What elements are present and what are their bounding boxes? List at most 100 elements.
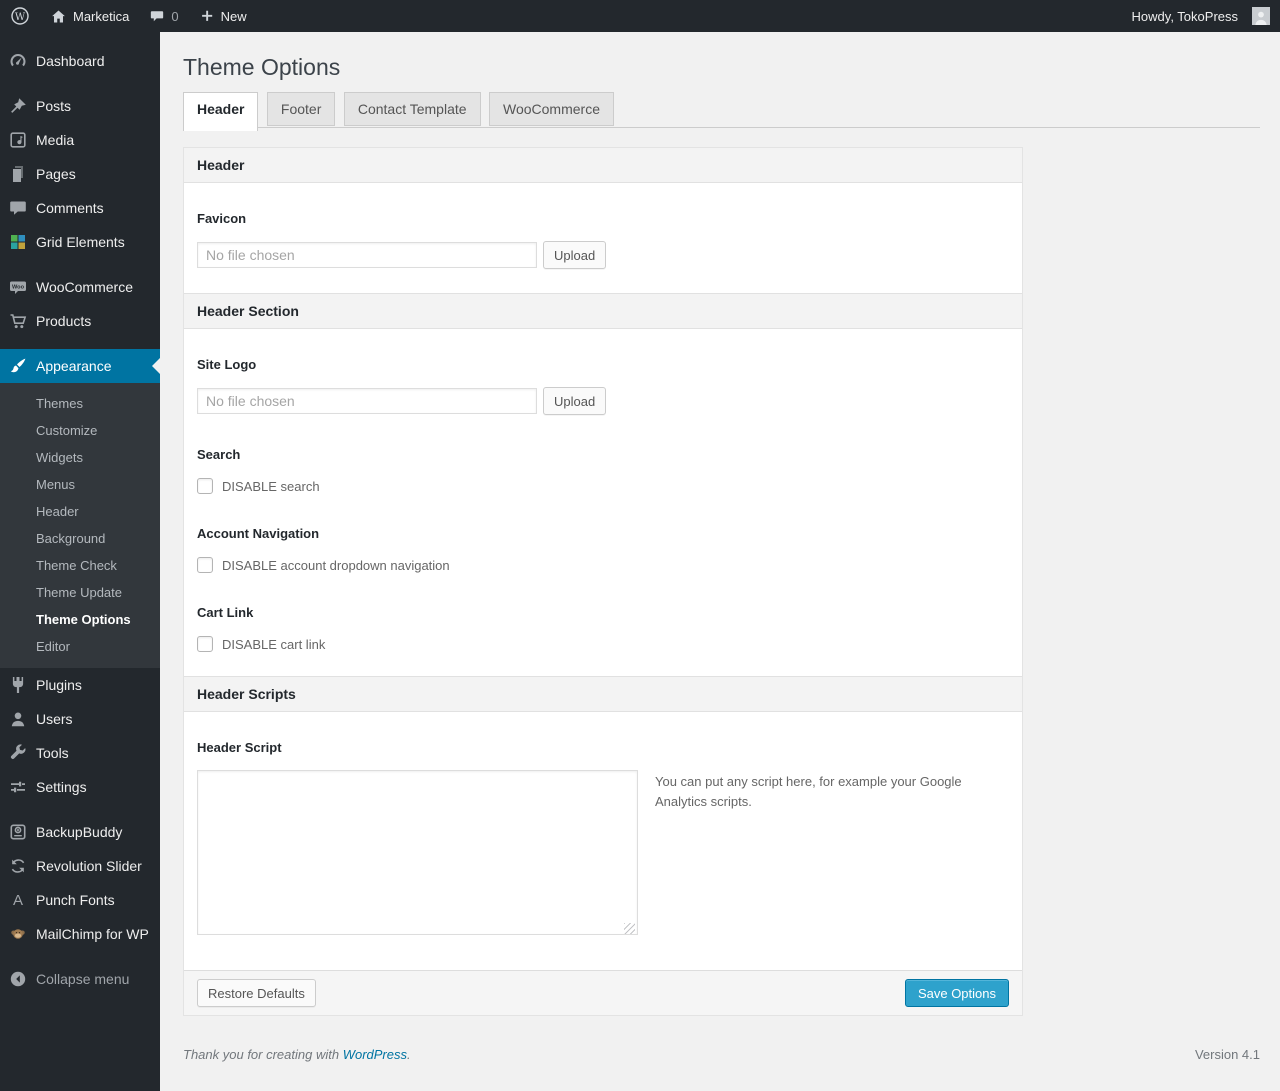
account-navigation-label: Account Navigation xyxy=(197,526,320,541)
sidebar-item-users[interactable]: Users xyxy=(0,702,160,736)
resize-grip-icon[interactable] xyxy=(624,923,635,934)
wordpress-logo-menu[interactable]: W xyxy=(0,0,40,32)
menu-separator xyxy=(0,951,160,962)
paintbrush-icon xyxy=(8,356,28,376)
dashboard-gauge-icon xyxy=(8,51,28,71)
sidebar-item-tools[interactable]: Tools xyxy=(0,736,160,770)
wrench-icon xyxy=(8,743,28,763)
sidebar-item-label: Pages xyxy=(36,166,76,182)
new-content-menu[interactable]: New xyxy=(189,0,257,32)
site-name-menu[interactable]: Marketica xyxy=(40,0,139,32)
avatar xyxy=(1252,7,1270,25)
menu-separator xyxy=(0,338,160,349)
sidebar-item-label: MailChimp for WP xyxy=(36,926,149,942)
page-footer: Thank you for creating with WordPress. V… xyxy=(183,1047,1260,1062)
menu-separator xyxy=(0,78,160,89)
site-logo-file-input[interactable] xyxy=(197,388,537,414)
submenu-item-themes[interactable]: Themes xyxy=(0,390,160,417)
submenu-item-background[interactable]: Background xyxy=(0,525,160,552)
sidebar-item-mailchimp[interactable]: MailChimp for WP xyxy=(0,917,160,951)
sidebar-item-revolution-slider[interactable]: Revolution Slider xyxy=(0,849,160,883)
section-header-scripts: Header Scripts xyxy=(184,676,1022,712)
favicon-upload-button[interactable]: Upload xyxy=(543,241,607,269)
cart-icon xyxy=(8,311,28,331)
submenu-item-theme-check[interactable]: Theme Check xyxy=(0,552,160,579)
sidebar-item-plugins[interactable]: Plugins xyxy=(0,668,160,702)
main-content: Theme Options Header Footer Contact Temp… xyxy=(160,32,1280,1091)
media-icon xyxy=(8,130,28,150)
sidebar-item-label: Plugins xyxy=(36,677,82,693)
favicon-file-input[interactable] xyxy=(197,242,537,268)
submenu-item-widgets[interactable]: Widgets xyxy=(0,444,160,471)
tab-header[interactable]: Header xyxy=(183,92,259,131)
wordpress-link[interactable]: WordPress xyxy=(343,1047,407,1062)
disable-search-checkbox[interactable] xyxy=(197,478,213,494)
header-script-textarea[interactable] xyxy=(197,770,638,935)
disable-account-navigation-checkbox-label[interactable]: DISABLE account dropdown navigation xyxy=(222,558,450,573)
pushpin-icon xyxy=(8,96,28,116)
sidebar-item-label: Tools xyxy=(36,745,69,761)
sidebar-item-label: Appearance xyxy=(36,358,112,374)
admin-sidebar: Dashboard Posts Media Pages Comments Gri… xyxy=(0,32,160,1091)
comments-icon xyxy=(8,198,28,218)
sidebar-item-pages[interactable]: Pages xyxy=(0,157,160,191)
sidebar-item-label: Posts xyxy=(36,98,72,114)
sidebar-item-appearance[interactable]: Appearance xyxy=(0,349,160,383)
footer-thanks-prefix: Thank you for creating with xyxy=(183,1047,343,1062)
sidebar-item-settings[interactable]: Settings xyxy=(0,770,160,804)
sidebar-item-label: WooCommerce xyxy=(36,279,133,295)
sidebar-item-woocommerce[interactable]: Woo WooCommerce xyxy=(0,270,160,304)
version-label: Version 4.1 xyxy=(1194,1047,1260,1062)
sidebar-item-comments[interactable]: Comments xyxy=(0,191,160,225)
sidebar-item-backupbuddy[interactable]: BackupBuddy xyxy=(0,815,160,849)
svg-text:W: W xyxy=(15,12,26,23)
cart-link-label: Cart Link xyxy=(197,605,254,620)
submenu-item-header[interactable]: Header xyxy=(0,498,160,525)
sidebar-item-products[interactable]: Products xyxy=(0,304,160,338)
sidebar-item-dashboard[interactable]: Dashboard xyxy=(0,44,160,78)
tab-footer[interactable]: Footer xyxy=(266,92,336,126)
sidebar-item-label: Products xyxy=(36,313,92,329)
theme-options-panel: Header Favicon Upload Header Section Sit… xyxy=(183,147,1023,1016)
svg-text:Woo: Woo xyxy=(12,284,25,290)
menu-separator xyxy=(0,259,160,270)
disable-cart-link-checkbox[interactable] xyxy=(197,636,213,652)
submenu-item-menus[interactable]: Menus xyxy=(0,471,160,498)
tab-contact-template[interactable]: Contact Template xyxy=(343,92,481,126)
sidebar-item-posts[interactable]: Posts xyxy=(0,89,160,123)
user-account-menu[interactable]: Howdy, TokoPress xyxy=(1122,7,1280,25)
person-icon xyxy=(1255,11,1267,25)
site-logo-upload-button[interactable]: Upload xyxy=(543,387,607,415)
disable-account-navigation-checkbox[interactable] xyxy=(197,557,213,573)
save-options-button[interactable]: Save Options xyxy=(904,979,1009,1007)
plugin-icon xyxy=(8,675,28,695)
sidebar-item-label: Grid Elements xyxy=(36,234,125,250)
disable-cart-link-checkbox-label[interactable]: DISABLE cart link xyxy=(222,637,325,652)
sidebar-item-collapse-menu[interactable]: Collapse menu xyxy=(0,962,160,996)
comments-menu[interactable]: 0 xyxy=(139,0,188,32)
rotate-arrows-icon xyxy=(8,856,28,876)
admin-bar: W Marketica 0 New Howdy, TokoPress xyxy=(0,0,1280,32)
sidebar-item-label: Settings xyxy=(36,779,87,795)
comment-count: 0 xyxy=(171,8,179,24)
submenu-item-customize[interactable]: Customize xyxy=(0,417,160,444)
backup-drive-icon xyxy=(8,822,28,842)
tab-woocommerce[interactable]: WooCommerce xyxy=(489,92,614,126)
sidebar-item-punch-fonts[interactable]: A Punch Fonts xyxy=(0,883,160,917)
monkey-icon xyxy=(8,924,28,944)
letter-a-icon: A xyxy=(8,890,28,910)
submenu-item-editor[interactable]: Editor xyxy=(0,633,160,660)
comment-bubble-icon xyxy=(151,11,164,22)
restore-defaults-button[interactable]: Restore Defaults xyxy=(197,979,316,1007)
sidebar-item-grid-elements[interactable]: Grid Elements xyxy=(0,225,160,259)
sidebar-item-label: BackupBuddy xyxy=(36,824,123,840)
disable-search-checkbox-label[interactable]: DISABLE search xyxy=(222,479,320,494)
appearance-submenu: Themes Customize Widgets Menus Header Ba… xyxy=(0,383,160,668)
footer-thanks-text: Thank you for creating with WordPress. xyxy=(183,1047,411,1062)
sidebar-item-media[interactable]: Media xyxy=(0,123,160,157)
submenu-item-theme-options[interactable]: Theme Options xyxy=(0,606,160,633)
footer-thanks-period: . xyxy=(407,1047,411,1062)
collapse-arrow-icon xyxy=(8,969,28,989)
home-icon xyxy=(52,10,65,22)
submenu-item-theme-update[interactable]: Theme Update xyxy=(0,579,160,606)
